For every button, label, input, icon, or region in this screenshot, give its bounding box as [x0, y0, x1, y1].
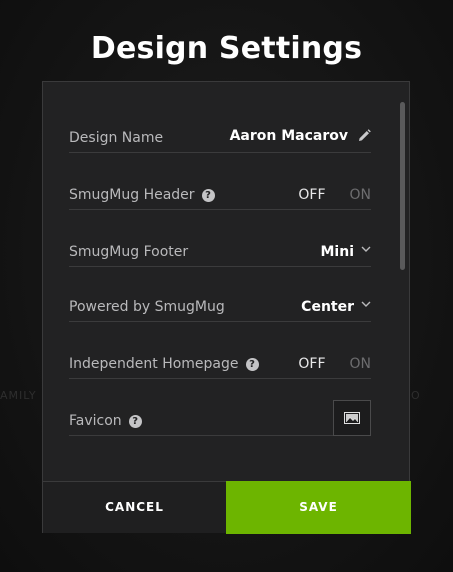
page-title: Design Settings	[90, 31, 363, 66]
smugmug-footer-label: SmugMug Footer	[69, 244, 189, 260]
independent-homepage-label: Independent Homepage	[69, 356, 239, 372]
dialog-scrollbar[interactable]	[400, 102, 405, 270]
powered-by-row[interactable]: Powered by SmugMug Center	[69, 277, 371, 322]
favicon-label: Favicon	[69, 413, 122, 429]
chevron-down-icon[interactable]	[361, 292, 371, 311]
cancel-button[interactable]: CANCEL	[43, 482, 226, 533]
favicon-row: Favicon?	[69, 391, 371, 436]
toggle-off-option[interactable]: OFF	[298, 356, 325, 372]
image-icon	[344, 409, 360, 428]
design-name-value[interactable]: Aaron Macarov	[230, 128, 371, 146]
question-icon[interactable]: ?	[128, 415, 142, 428]
independent-homepage-row: Independent Homepage? OFF ON	[69, 334, 371, 379]
smugmug-header-toggle[interactable]: OFF ON	[298, 187, 371, 203]
background-text-right: O	[411, 389, 421, 402]
smugmug-footer-row[interactable]: SmugMug Footer Mini	[69, 222, 371, 267]
design-name-text: Aaron Macarov	[229, 128, 348, 144]
toggle-on-option[interactable]: ON	[350, 187, 372, 203]
question-icon[interactable]: ?	[201, 189, 215, 202]
design-name-row: Design Name Aaron Macarov	[69, 108, 371, 153]
save-button[interactable]: SAVE	[226, 481, 411, 534]
settings-scroll-area[interactable]: Design Name Aaron Macarov SmugMug Header…	[43, 82, 409, 481]
favicon-upload-button[interactable]	[333, 400, 371, 436]
toggle-on-option[interactable]: ON	[350, 356, 372, 372]
page-backdrop: AMILY O Design Settings Design Name Aaro…	[0, 0, 453, 572]
pencil-icon[interactable]	[358, 129, 371, 146]
toggle-off-option[interactable]: OFF	[298, 187, 325, 203]
question-icon[interactable]: ?	[245, 358, 259, 371]
chevron-down-icon[interactable]	[361, 237, 371, 256]
background-text-left: AMILY	[0, 389, 37, 402]
powered-by-select[interactable]: Center	[301, 299, 354, 315]
design-settings-dialog: Design Name Aaron Macarov SmugMug Header…	[42, 81, 411, 534]
smugmug-header-row: SmugMug Header? OFF ON	[69, 165, 371, 210]
powered-by-label: Powered by SmugMug	[69, 299, 225, 315]
smugmug-header-label: SmugMug Header	[69, 187, 195, 203]
independent-homepage-toggle[interactable]: OFF ON	[298, 356, 371, 372]
dialog-footer: CANCEL SAVE	[43, 481, 411, 534]
design-name-label: Design Name	[69, 130, 164, 146]
smugmug-footer-select[interactable]: Mini	[321, 244, 355, 260]
